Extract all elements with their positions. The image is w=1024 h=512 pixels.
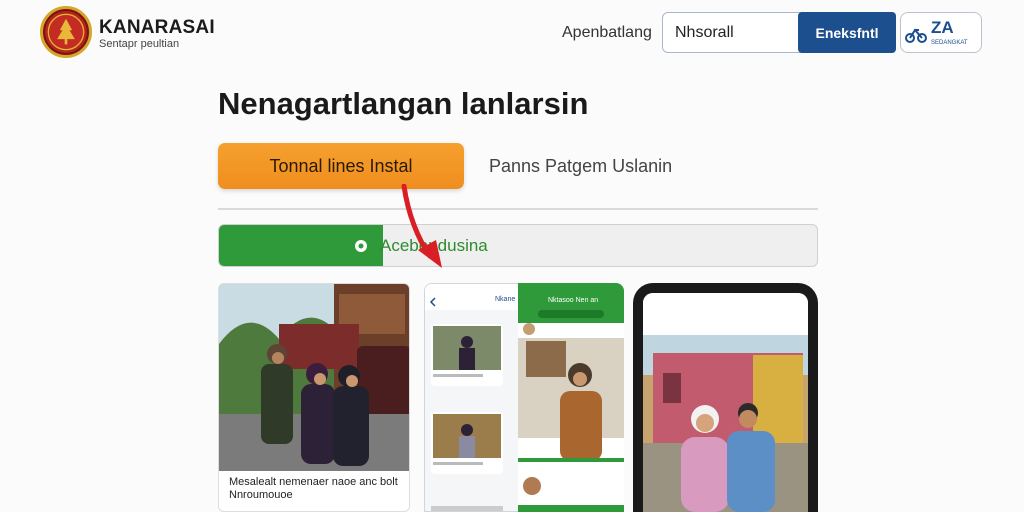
partner-logo-text: ZA xyxy=(931,18,954,37)
app-chat-header: Nktasoo Nen an xyxy=(548,297,599,304)
site-header: KANARASAI Sentapr peultian Apenbatlang E… xyxy=(0,0,1024,66)
street-photo xyxy=(219,284,409,471)
brand-name: KANARASAI xyxy=(99,17,215,38)
phone-mockup[interactable] xyxy=(633,283,818,512)
app-screenshot-chat[interactable]: Nktasoo Nen an xyxy=(518,283,624,512)
card-subcaption: Nnroumouoe xyxy=(229,489,293,501)
bicycle-icon xyxy=(905,28,927,43)
search-field[interactable] xyxy=(662,12,802,53)
couple-photo xyxy=(643,293,808,512)
secondary-link[interactable]: Panns Patgem Uslanin xyxy=(489,156,672,177)
section-divider xyxy=(218,208,818,210)
app-list-header: Nkane xyxy=(495,296,516,303)
search-button[interactable]: Eneksfntl xyxy=(798,12,896,53)
app-list-screen xyxy=(425,284,519,511)
phone-screen xyxy=(643,293,808,512)
red-arrow-icon xyxy=(401,184,442,268)
chat-icon xyxy=(355,240,367,252)
photo-card[interactable]: Mesalealt nemenaer naoe anc bolt Nnroumo… xyxy=(218,283,410,512)
partner-logo-subtitle: SEDANGKAT xyxy=(931,40,968,46)
install-button[interactable]: Tonnal lines Instal xyxy=(218,143,464,189)
nav-link[interactable]: Apenbatlang xyxy=(562,24,652,42)
page-title: Nenagartlangan lanlarsin xyxy=(218,86,589,121)
app-chat-screen xyxy=(518,283,624,512)
app-screenshot-list[interactable]: Nkane xyxy=(424,283,520,512)
site-logo-seal[interactable] xyxy=(40,6,92,58)
download-progress-bar xyxy=(218,224,818,267)
brand-subtitle: Sentapr peultian xyxy=(99,38,180,50)
partner-logo[interactable]: ZA SEDANGKAT xyxy=(900,12,982,53)
search-input[interactable] xyxy=(663,13,801,52)
card-caption: Mesalealt nemenaer naoe anc bolt xyxy=(229,476,398,488)
